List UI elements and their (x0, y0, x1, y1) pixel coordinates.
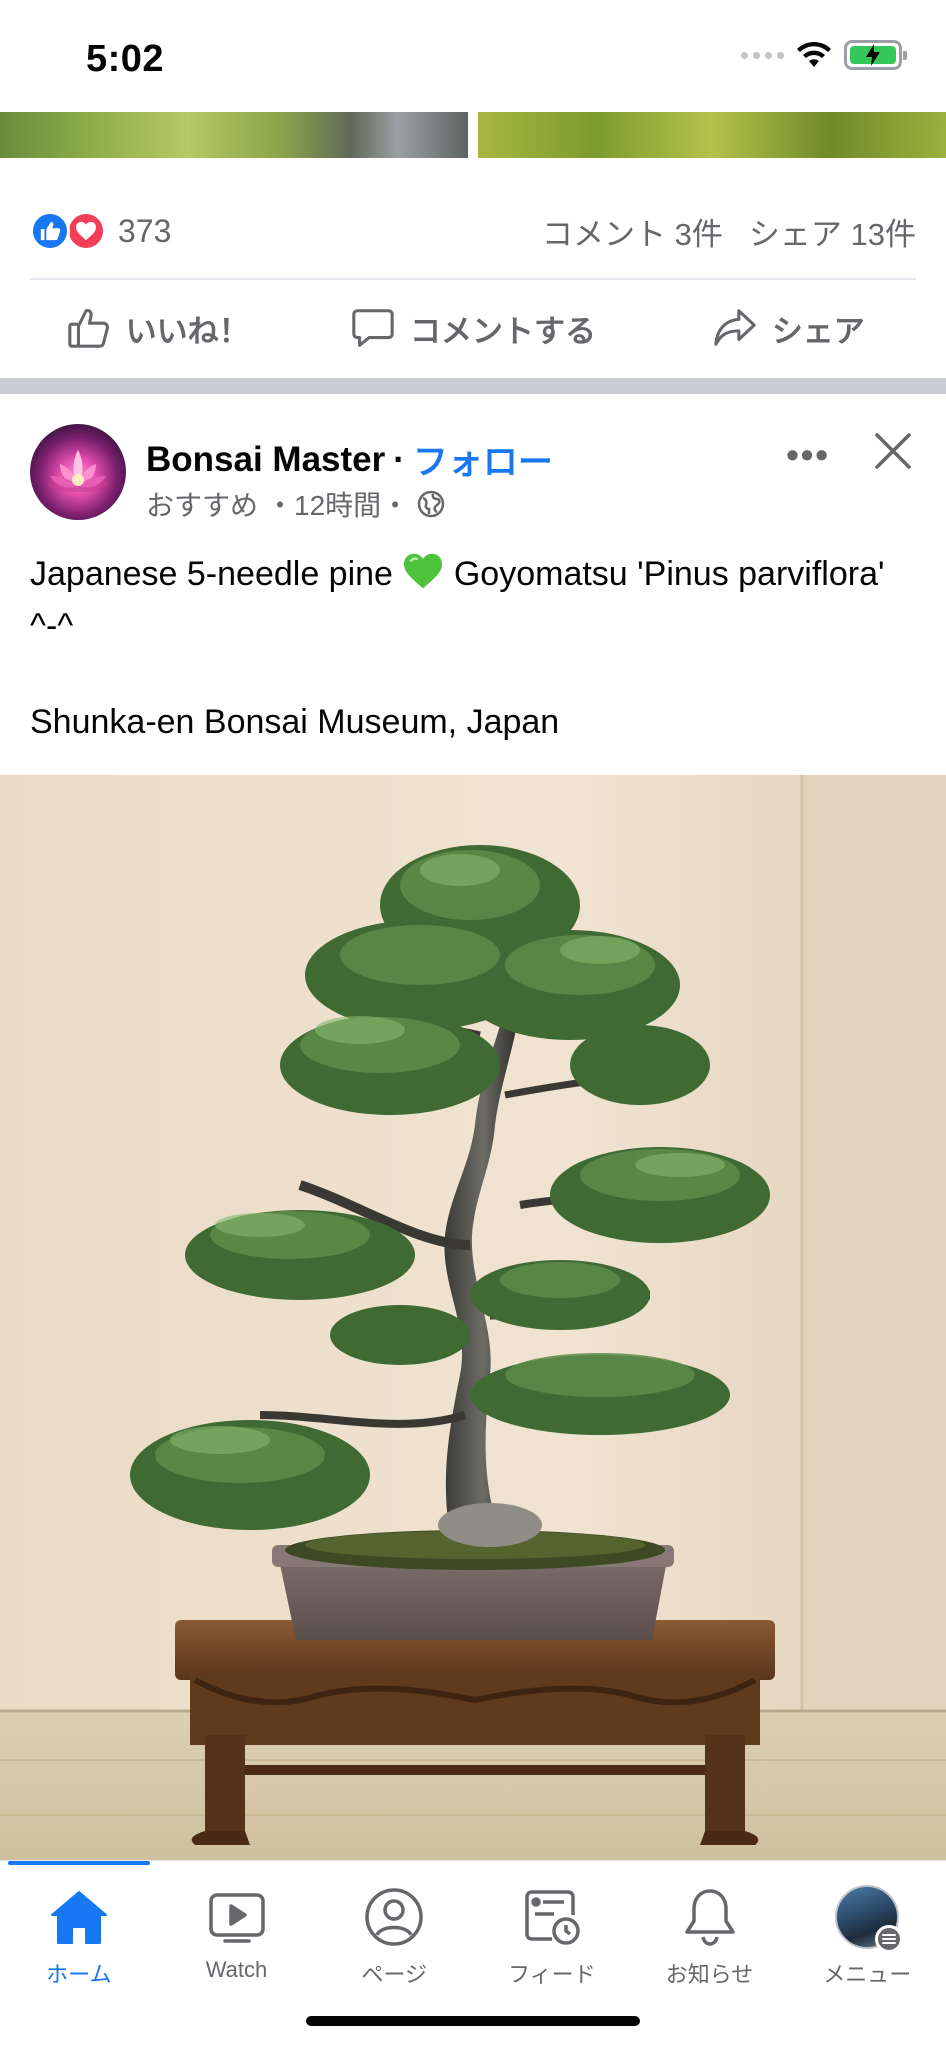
tab-home[interactable]: ホーム (0, 1883, 158, 1989)
status-icons (741, 40, 907, 70)
post-author-name[interactable]: Bonsai Master (146, 440, 385, 480)
tab-feeds-label: フィード (508, 1962, 596, 1987)
feed-separator (0, 378, 946, 394)
reaction-icons[interactable]: 373 (30, 211, 171, 251)
tab-feeds[interactable]: フィード (473, 1883, 631, 1989)
comment-count-link[interactable]: コメント 3件 (542, 209, 723, 254)
home-indicator[interactable] (306, 2016, 640, 2026)
tab-notifications[interactable]: お知らせ (631, 1883, 789, 1989)
signal-dots-icon (741, 51, 784, 59)
divider (30, 278, 916, 280)
tab-watch-label: Watch (205, 1957, 268, 1982)
close-icon[interactable] (870, 428, 916, 479)
post-action-bar: いいね！ コメントする シェア (0, 290, 946, 366)
like-button-label: いいね！ (125, 313, 250, 349)
tab-home-label: ホーム (46, 1962, 112, 1987)
thumbs-up-icon (67, 309, 109, 348)
watch-icon (203, 1883, 271, 1951)
follow-button[interactable]: フォロー (413, 434, 553, 485)
comment-bubble-icon (352, 309, 394, 347)
like-reaction-icon (30, 211, 70, 251)
tab-notifications-label: お知らせ (665, 1962, 754, 1987)
previous-post-image-right[interactable] (478, 112, 946, 158)
previous-post-images[interactable] (0, 112, 946, 158)
profile-avatar (835, 1885, 904, 1953)
post-recommended-label: おすすめ (146, 490, 259, 521)
tab-pages[interactable]: ページ (315, 1883, 473, 1989)
share-button[interactable]: シェア (631, 305, 946, 351)
share-count-link[interactable]: シェア 13件 (749, 209, 916, 254)
previous-post-image-left[interactable] (0, 112, 468, 158)
comment-button-label: コメントする (409, 313, 596, 349)
battery-icon (844, 40, 907, 70)
share-arrow-icon (714, 309, 756, 346)
post-text: Japanese 5-needle pine Goyomatsu 'Pinus … (30, 548, 916, 748)
tab-watch[interactable]: Watch (158, 1883, 316, 1989)
post-text-line-2: Shunka-en Bonsai Museum, Japan (30, 703, 560, 741)
post-text-part-1: Japanese 5-needle pine (30, 555, 403, 593)
pages-icon (360, 1883, 428, 1951)
post-author-line: Bonsai Master · フォロー (146, 434, 553, 485)
tab-menu-label: メニュー (823, 1962, 912, 1987)
name-separator: · (393, 439, 405, 479)
bottom-nav: ホーム Watch ページ フィード お知らせ メニュー (0, 1860, 946, 2048)
status-bar: 5:02 (0, 0, 946, 112)
home-icon (45, 1883, 113, 1951)
bell-icon (676, 1883, 744, 1951)
globe-icon (417, 490, 445, 518)
tab-menu[interactable]: メニュー (788, 1883, 946, 1989)
like-button[interactable]: いいね！ (0, 305, 315, 351)
engagement-stats: コメント 3件 シェア 13件 (542, 209, 916, 254)
wifi-icon (797, 41, 831, 67)
feeds-icon (518, 1883, 586, 1951)
hamburger-icon (875, 1925, 904, 1953)
post-timestamp[interactable]: ・12時間・ (266, 484, 409, 524)
menu-avatar (833, 1883, 904, 1953)
active-tab-indicator (8, 1861, 150, 1865)
reactions-summary[interactable]: 373 コメント 3件 シェア 13件 (30, 205, 916, 257)
status-time: 5:02 (86, 38, 165, 80)
love-reaction-icon (66, 211, 106, 251)
post-meta: おすすめ ・12時間・ (146, 484, 445, 524)
green-heart-icon (404, 553, 443, 589)
tab-pages-label: ページ (361, 1962, 427, 1987)
more-options-icon[interactable]: ••• (786, 434, 830, 476)
post-header: Bonsai Master · フォロー おすすめ ・12時間・ ••• (30, 420, 916, 524)
comment-button[interactable]: コメントする (315, 305, 630, 351)
bonsai-pine-photo[interactable] (0, 775, 946, 1860)
share-button-label: シェア (771, 313, 865, 349)
reaction-count: 373 (118, 212, 172, 249)
post-text-line-1: Japanese 5-needle pine Goyomatsu 'Pinus … (30, 548, 916, 652)
page-avatar[interactable] (30, 424, 126, 520)
